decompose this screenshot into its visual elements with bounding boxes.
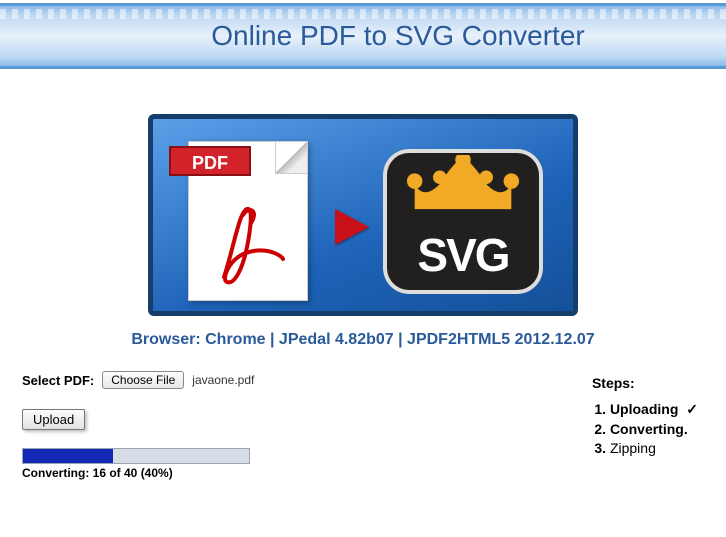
select-pdf-label: Select PDF: [22, 373, 94, 388]
svg-badge: SVG [383, 149, 543, 294]
upload-button[interactable]: Upload [22, 409, 85, 430]
header-bar: Online PDF to SVG Converter [0, 3, 726, 69]
page-fold-icon [275, 142, 307, 174]
environment-info: Browser: Chrome | JPedal 4.82b07 | JPDF2… [0, 331, 726, 349]
hero-section: PDF SVG Browser: Chrome | JPedal 4.82b07… [0, 114, 726, 349]
progress-fill [23, 449, 113, 463]
step-converting: Converting. [610, 421, 698, 437]
checkmark-icon: ✓ [682, 401, 698, 417]
page-title: Online PDF to SVG Converter [0, 6, 726, 66]
steps-panel: Steps: Uploading ✓ Converting. Zipping [592, 375, 698, 459]
steps-title: Steps: [592, 375, 698, 391]
adobe-swirl-icon [209, 197, 289, 287]
step-zipping: Zipping [610, 440, 698, 456]
pdf-document-icon: PDF [188, 141, 308, 301]
step-uploading: Uploading ✓ [610, 401, 698, 418]
steps-list: Uploading ✓ Converting. Zipping [610, 401, 698, 456]
arrow-right-icon [335, 209, 369, 245]
selected-filename: javaone.pdf [192, 373, 254, 387]
pdf-badge: PDF [169, 146, 251, 176]
hero-banner: PDF SVG [148, 114, 578, 316]
crown-icon [405, 155, 521, 215]
progress-bar [22, 448, 250, 464]
progress-label: Converting: 16 of 40 (40%) [22, 466, 704, 480]
svg-text: SVG [383, 228, 543, 282]
choose-file-button[interactable]: Choose File [102, 371, 184, 389]
